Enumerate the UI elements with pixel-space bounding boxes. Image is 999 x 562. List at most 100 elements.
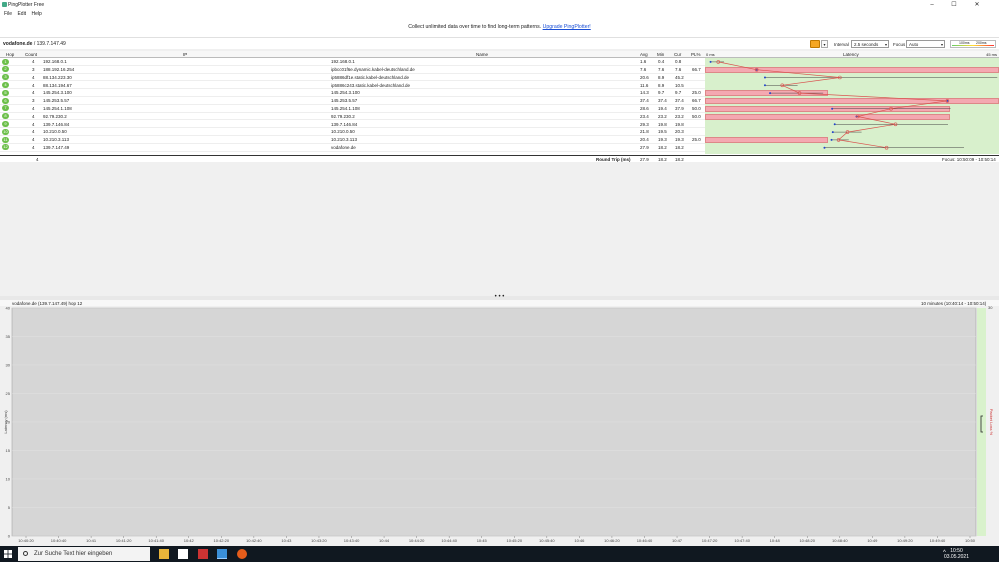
cell-cur: 19.3 (675, 137, 684, 143)
x-tick-label: 10:41 (86, 538, 97, 543)
totals-min: 18.2 (658, 157, 667, 162)
cell-name: 145.254.1.108 (331, 105, 360, 111)
x-tick-label: 10:45:40 (539, 538, 555, 543)
hop-badge: 2 (2, 66, 9, 73)
trace-grid: Hop Count IP Name Avg Min Cur PL% Latenc… (0, 51, 999, 162)
table-row[interactable]: 1 4 192.168.0.1 192.168.0.1 1.6 0.4 0.8 (0, 58, 705, 66)
table-row[interactable]: 9 4 139.7.146.84 139.7.146.84 29.3 19.8 19.8 (0, 120, 705, 129)
minimize-button[interactable]: – (921, 0, 943, 10)
x-tick-label: 10:44:40 (441, 538, 457, 543)
table-row[interactable]: 2 3 188.192.16.254 ipbcc01f6e.dynamic.kabel… (0, 66, 705, 74)
table-row[interactable]: 11 4 10.210.3.113 10.210.3.113 20.4 19.3 19.3 2… (0, 136, 705, 144)
x-tick-label: 10:42:40 (246, 538, 262, 543)
cell-count: 4 (32, 82, 35, 88)
latency-min-dot (709, 60, 712, 63)
x-tick-label: 10:42:20 (214, 538, 230, 543)
cell-count: 4 (32, 90, 35, 96)
cell-count: 4 (32, 74, 35, 80)
firefox-icon[interactable] (237, 549, 247, 559)
x-tick-label: 10:48 (770, 538, 781, 543)
close-button[interactable]: ✕ (966, 0, 988, 10)
chevron-down-icon[interactable]: ▾ (821, 40, 828, 48)
y-tick-label: 0 (8, 534, 11, 539)
cell-min: 18.2 (658, 144, 667, 150)
timeline-range: 10 minutes (10:40:14 - 10:50:14) (921, 300, 987, 306)
system-clock[interactable]: 10:50 03.05.2021 (944, 548, 969, 560)
cell-name: 145.254.3.100 (331, 90, 360, 96)
table-row[interactable]: 12 4 139.7.147.49 vodafone.de 27.9 18.2 18.2 (0, 144, 705, 152)
x-tick-label: 10:41:20 (116, 538, 132, 543)
table-row[interactable]: 10 4 10.210.0.50 10.210.0.50 21.8 19.5 20.3 (0, 128, 705, 136)
x-tick-label: 10:46 (574, 538, 585, 543)
cell-min: 8.9 (658, 74, 665, 80)
latency-scale[interactable]: 100ms 200ms (950, 40, 996, 48)
hop-badge: 8 (2, 113, 9, 120)
menu-edit[interactable]: Edit (17, 10, 26, 18)
title-bar: PingPlotter Free – ☐ ✕ (0, 0, 999, 10)
cell-name: ip5886c243.static.kabel-deutschland.de (331, 82, 411, 88)
table-row[interactable]: 5 4 145.254.3.100 145.254.3.100 14.3 9.7 9.7 25… (0, 89, 705, 97)
interval-select[interactable]: 2.5 seconds ▾ (851, 40, 889, 48)
col-latency[interactable]: Latency (843, 52, 859, 57)
y-tick-label: 15 (6, 448, 11, 453)
windows-start-icon[interactable] (4, 550, 12, 558)
latency-min-dot (833, 123, 836, 126)
timeline-target: vodafone.de (139.7.147.49) hop 12 (12, 300, 83, 306)
x-tick-label: 10:40:20 (18, 538, 34, 543)
cell-ip: 145.254.3.100 (43, 90, 72, 96)
x-tick-label: 10:46:40 (637, 538, 653, 543)
menu-file[interactable]: File (4, 10, 12, 18)
hop-badge: 12 (2, 144, 9, 151)
hop-badge: 6 (2, 97, 9, 104)
focus-range: Focus: 10:50:09 - 10:50:14 (942, 157, 996, 162)
file-explorer-icon[interactable] (159, 549, 169, 559)
cell-name: 139.7.146.84 (331, 121, 358, 127)
col-pl[interactable]: PL% (691, 52, 701, 57)
col-cur[interactable]: Cur (674, 52, 681, 57)
taskbar-search[interactable]: Zur Suche Text hier eingeben (18, 547, 150, 561)
focus-select[interactable]: Auto ▾ (906, 40, 945, 48)
table-row[interactable]: 6 3 145.253.5.57 145.253.5.57 37.4 37.4 37.4 66… (0, 97, 705, 105)
y-tick-label: 5 (8, 505, 11, 510)
cell-avg: 20.4 (640, 137, 649, 143)
col-hop[interactable]: Hop (6, 52, 14, 57)
hop-badge: 7 (2, 105, 9, 112)
cell-ip: 88.134.194.67 (43, 82, 72, 88)
cell-count: 4 (32, 105, 35, 111)
col-min[interactable]: Min (657, 52, 664, 57)
cell-avg: 1.6 (640, 59, 647, 65)
x-tick-label: 10:42 (184, 538, 195, 543)
table-row[interactable]: 4 4 88.134.194.67 ip5886c243.static.kabel-d… (0, 81, 705, 90)
pingplotter-taskbar-icon[interactable] (217, 549, 227, 559)
app-icon (2, 2, 7, 7)
cell-pl: 50.0 (692, 105, 701, 111)
document-icon[interactable] (178, 549, 188, 559)
maximize-button[interactable]: ☐ (943, 0, 965, 10)
cell-cur: 45.2 (675, 74, 684, 80)
table-row[interactable]: 3 4 88.134.223.30 ip5886df1e.static.kabel-d… (0, 74, 705, 82)
cell-min: 9.7 (658, 90, 665, 96)
latency-max-label: 45 ms (986, 52, 997, 57)
timeline-chart[interactable]: 403530252015105010:40:20 10:40:40 10:41 10:… (0, 305, 999, 546)
y-tick-label: 10 (6, 477, 11, 482)
col-avg[interactable]: Avg (640, 52, 648, 57)
x-tick-label: 10:49:20 (897, 538, 913, 543)
col-count[interactable]: Count (25, 52, 37, 57)
col-name[interactable]: Name (476, 52, 488, 57)
app-icon-red[interactable] (198, 549, 208, 559)
interval-value: 2.5 seconds (854, 42, 879, 47)
x-tick-label: 10:47 (672, 538, 683, 543)
upgrade-link[interactable]: Upgrade PingPlotter! (543, 24, 591, 30)
timeline-graph[interactable]: 40 35 30 25 20 15 10 5 0 10:40:20 10:40:40 10:41 10:… (0, 305, 999, 546)
pause-button[interactable] (810, 40, 820, 48)
y-tick-label: 30 (6, 363, 11, 368)
menu-help[interactable]: Help (31, 10, 41, 18)
cell-cur: 10.5 (675, 82, 684, 88)
cell-ip: 88.134.223.30 (43, 74, 72, 80)
x-tick-label: 10:48:20 (799, 538, 815, 543)
y-tick-label: 25 (6, 391, 11, 396)
table-row[interactable]: 7 4 145.254.1.108 145.254.1.108 28.6 19.4 37.9… (0, 105, 705, 113)
table-row[interactable]: 8 4 92.79.230.2 92.79.230.2 23.4 23.2 23.2 50.0 (0, 113, 705, 121)
totals-label: Round Trip (ms) (596, 157, 631, 162)
col-ip[interactable]: IP (183, 52, 187, 57)
